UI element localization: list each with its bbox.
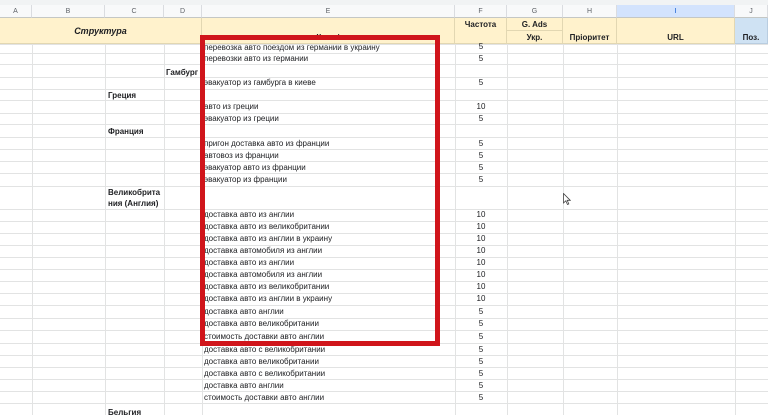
column-header-d[interactable]: D bbox=[164, 5, 202, 18]
frequency-cell[interactable]: 5 bbox=[455, 151, 507, 161]
keyword-cell[interactable]: стоимость доставки авто англии bbox=[204, 393, 450, 403]
mouse-cursor-icon bbox=[563, 193, 571, 205]
keyword-cell[interactable]: доставка авто из англии в украину bbox=[204, 294, 450, 304]
frequency-cell[interactable]: 5 bbox=[455, 175, 507, 185]
frequency-cell[interactable]: 5 bbox=[455, 78, 507, 88]
keyword-cell[interactable]: пригон доставка авто из франции bbox=[204, 139, 450, 149]
frequency-cell[interactable]: 10 bbox=[455, 234, 507, 244]
grid-row-line bbox=[0, 355, 768, 356]
keyword-cell[interactable]: перевозка авто поездом из германии в укр… bbox=[204, 43, 450, 52]
frequency-cell[interactable]: 10 bbox=[455, 294, 507, 304]
frequency-cell[interactable]: 10 bbox=[455, 282, 507, 292]
keyword-cell[interactable]: эвакуатор из франции bbox=[204, 175, 450, 185]
grid-row-line bbox=[0, 149, 768, 150]
label-uk-line2[interactable]: ния (Англия) bbox=[108, 199, 158, 209]
grid-row-line bbox=[0, 367, 768, 368]
grid-column-line bbox=[617, 44, 618, 415]
grid-column-line bbox=[507, 44, 508, 415]
grid-row-line bbox=[0, 137, 768, 138]
grid-row-line bbox=[0, 403, 768, 404]
keyword-cell[interactable]: доставка авто с великобритании bbox=[204, 345, 450, 355]
grid-column-line bbox=[735, 44, 736, 415]
frequency-cell[interactable]: 10 bbox=[455, 258, 507, 268]
frequency-cell[interactable]: 5 bbox=[455, 393, 507, 403]
frequency-cell[interactable]: 5 bbox=[455, 357, 507, 367]
keyword-cell[interactable]: автовоз из франции bbox=[204, 151, 450, 161]
grid-row-line bbox=[0, 330, 768, 331]
grid-row-line bbox=[0, 343, 768, 344]
grid-column-line bbox=[563, 44, 564, 415]
grid-row-line bbox=[0, 305, 768, 306]
pos-header[interactable]: Поз. bbox=[735, 18, 768, 44]
keyword-cell[interactable]: доставка авто из англии bbox=[204, 258, 450, 268]
label-belgium[interactable]: Бельгия bbox=[108, 408, 141, 418]
keyword-cell[interactable]: доставка авто из великобритании bbox=[204, 222, 450, 232]
keyword-cell[interactable]: эвакуатор из гамбурга в киеве bbox=[204, 78, 450, 88]
frequency-cell[interactable]: 10 bbox=[455, 102, 507, 112]
keyword-cell[interactable]: эвакуатор авто из франции bbox=[204, 163, 450, 173]
grid-row-line bbox=[0, 391, 768, 392]
keyword-cell[interactable]: стоимость доставки авто англии bbox=[204, 332, 450, 342]
column-header-c[interactable]: C bbox=[105, 5, 164, 18]
column-header-h[interactable]: H bbox=[563, 5, 617, 18]
keyword-cell[interactable]: доставка авто великобритании bbox=[204, 357, 450, 367]
grid-row-line bbox=[0, 161, 768, 162]
grid-column-line bbox=[164, 44, 165, 415]
keys-header[interactable]: Ключі bbox=[202, 18, 455, 44]
frequency-cell[interactable]: 5 bbox=[455, 381, 507, 391]
keyword-cell[interactable]: доставка автомобиля из англии bbox=[204, 246, 450, 256]
frequency-cell[interactable]: 10 bbox=[455, 246, 507, 256]
frequency-cell[interactable]: 5 bbox=[455, 163, 507, 173]
label-uk-line1[interactable]: Великобрита bbox=[108, 188, 160, 198]
grid-row-line bbox=[0, 124, 768, 125]
url-header[interactable]: URL bbox=[617, 18, 735, 44]
frequency-cell[interactable]: 5 bbox=[455, 332, 507, 342]
label-hamburg[interactable]: Гамбург bbox=[166, 68, 198, 78]
keyword-cell[interactable]: эвакуатор из греции bbox=[204, 114, 450, 124]
structure-header[interactable]: Структура bbox=[0, 18, 202, 44]
keyword-cell[interactable]: перевозки авто из германии bbox=[204, 54, 450, 64]
grid-row-line bbox=[0, 173, 768, 174]
priority-header[interactable]: Пріоритет bbox=[563, 18, 617, 44]
column-header-g[interactable]: G bbox=[507, 5, 563, 18]
grid-column-line bbox=[32, 44, 33, 415]
frequency-cell[interactable]: 10 bbox=[455, 270, 507, 280]
keyword-cell[interactable]: доставка авто англии bbox=[204, 307, 450, 317]
grid-column-line bbox=[202, 44, 203, 415]
frequency-cell[interactable]: 5 bbox=[455, 42, 507, 52]
grid-row-line bbox=[0, 64, 768, 65]
frequency-cell[interactable]: 5 bbox=[455, 54, 507, 64]
keyword-cell[interactable]: доставка авто англии bbox=[204, 381, 450, 391]
keyword-cell[interactable]: доставка авто великобритании bbox=[204, 319, 450, 329]
grid-row-line bbox=[0, 379, 768, 380]
keyword-cell[interactable]: авто из греции bbox=[204, 102, 450, 112]
ukr-header[interactable]: Укр. bbox=[507, 31, 563, 44]
frequency-cell[interactable]: 5 bbox=[455, 139, 507, 149]
keyword-cell[interactable]: доставка авто из англии bbox=[204, 210, 450, 220]
frequency-cell[interactable]: 5 bbox=[455, 345, 507, 355]
frequency-cell[interactable]: 5 bbox=[455, 114, 507, 124]
frequency-cell[interactable]: 5 bbox=[455, 369, 507, 379]
column-header-j[interactable]: J bbox=[735, 5, 768, 18]
frequency-header[interactable]: Частота bbox=[455, 18, 507, 44]
column-header-e[interactable]: E bbox=[202, 5, 455, 18]
keyword-cell[interactable]: доставка авто из англии в украину bbox=[204, 234, 450, 244]
label-france[interactable]: Франция bbox=[108, 127, 144, 137]
frequency-cell[interactable]: 10 bbox=[455, 210, 507, 220]
gads-header[interactable]: G. Ads bbox=[507, 18, 563, 31]
label-greece[interactable]: Греция bbox=[108, 91, 136, 101]
column-header-f[interactable]: F bbox=[455, 5, 507, 18]
keyword-cell[interactable]: доставка автомобиля из англии bbox=[204, 270, 450, 280]
frequency-cell[interactable]: 5 bbox=[455, 319, 507, 329]
grid-row-line bbox=[0, 186, 768, 187]
keyword-cell[interactable]: доставка авто из великобритании bbox=[204, 282, 450, 292]
grid-row-line bbox=[0, 89, 768, 90]
grid-column-line bbox=[105, 44, 106, 415]
frequency-cell[interactable]: 10 bbox=[455, 222, 507, 232]
column-header-a[interactable]: A bbox=[0, 5, 32, 18]
keyword-cell[interactable]: доставка авто с великобритании bbox=[204, 369, 450, 379]
frequency-cell[interactable]: 5 bbox=[455, 307, 507, 317]
column-header-b[interactable]: B bbox=[32, 5, 105, 18]
column-header-i[interactable]: I bbox=[617, 5, 735, 18]
